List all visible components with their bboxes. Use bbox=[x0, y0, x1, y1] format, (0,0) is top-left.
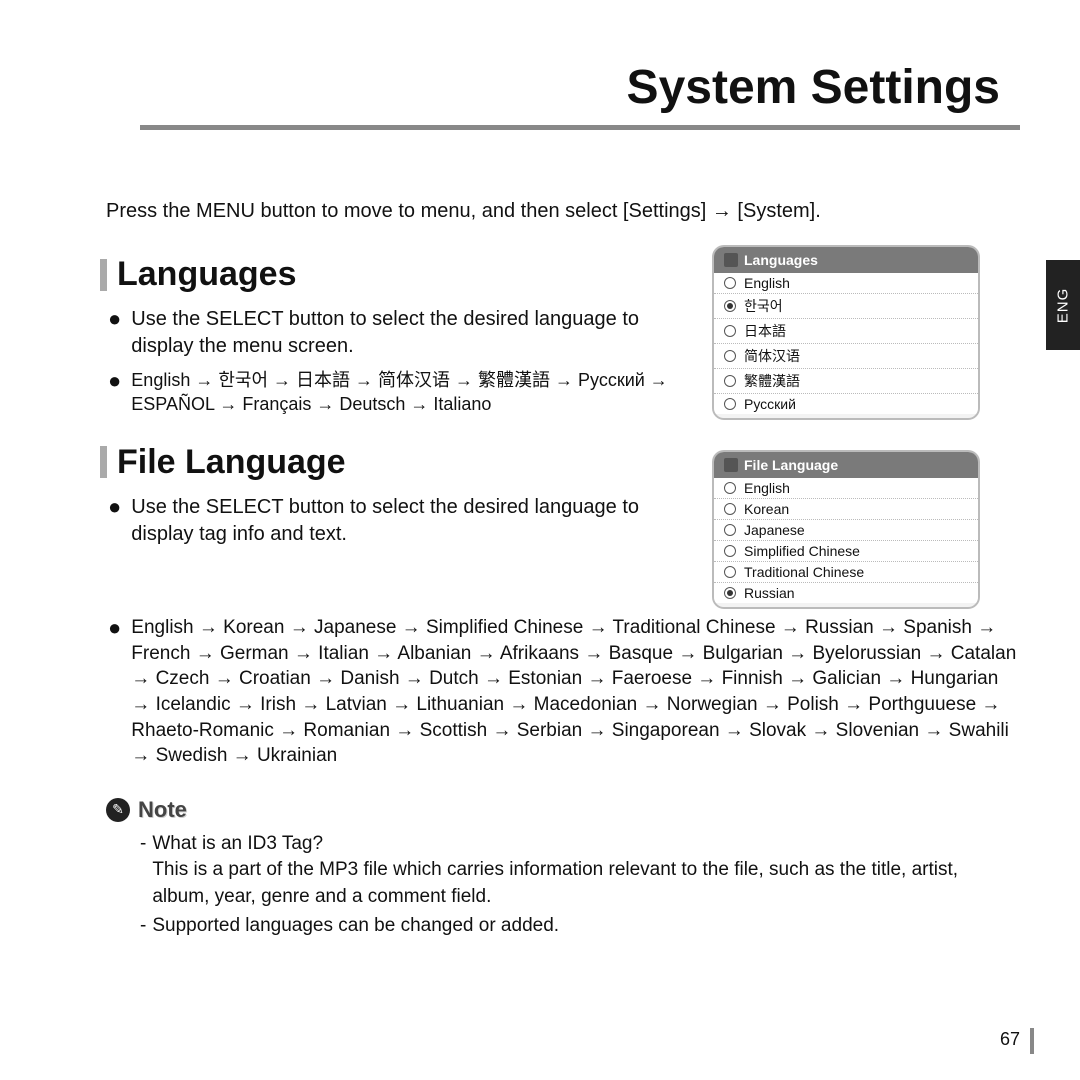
radio-icon bbox=[724, 587, 736, 599]
radio-icon bbox=[724, 482, 736, 494]
language-tab-label: ENG bbox=[1055, 287, 1072, 323]
page-number-bar-icon bbox=[1030, 1028, 1034, 1054]
radio-icon bbox=[724, 545, 736, 557]
radio-icon bbox=[724, 398, 736, 410]
note-question: What is an ID3 Tag? bbox=[152, 833, 323, 854]
note-item: -Supported languages can be changed or a… bbox=[140, 913, 1020, 940]
manual-page: System Settings ENG Press the MENU butto… bbox=[0, 0, 1080, 1080]
note-list: -What is an ID3 Tag?This is a part of th… bbox=[140, 831, 1020, 939]
radio-icon bbox=[724, 375, 736, 387]
note-text: Supported languages can be changed or ad… bbox=[152, 913, 559, 940]
device-option-label: Simplified Chinese bbox=[744, 543, 860, 559]
device-panel-title: Languages bbox=[744, 252, 818, 268]
device-option-label: English bbox=[744, 275, 790, 291]
note-title: Note bbox=[138, 797, 187, 823]
dash-icon: - bbox=[140, 831, 146, 911]
page-title: System Settings bbox=[100, 60, 1020, 115]
device-option-row[interactable]: Japanese bbox=[714, 520, 978, 541]
left-column: Languages ●Use the SELECT button to sele… bbox=[100, 245, 670, 609]
device-panel-file-language: File Language English Korean Japanese Simpl… bbox=[712, 450, 980, 609]
device-option-row[interactable]: 繁體漢語 bbox=[714, 369, 978, 394]
bullet-dot-icon: ● bbox=[108, 494, 121, 548]
bullet-dot-icon: ● bbox=[108, 368, 121, 417]
device-panel-header: File Language bbox=[714, 452, 978, 478]
radio-icon bbox=[724, 524, 736, 536]
dash-icon: - bbox=[140, 913, 146, 940]
radio-icon bbox=[724, 503, 736, 515]
radio-icon bbox=[724, 350, 736, 362]
device-option-row[interactable]: 简体汉语 bbox=[714, 344, 978, 369]
section-heading-file-language: File Language bbox=[100, 443, 670, 482]
pencil-icon: ✎ bbox=[106, 798, 130, 822]
list-icon bbox=[724, 458, 738, 472]
device-option-label: Japanese bbox=[744, 522, 805, 538]
device-option-row[interactable]: Traditional Chinese bbox=[714, 562, 978, 583]
note-item: -What is an ID3 Tag? This is a part of th… bbox=[140, 831, 1020, 911]
bullet-text: English → Korean → Japanese → Simplified… bbox=[131, 615, 1020, 769]
device-option-label: 한국어 bbox=[744, 296, 783, 316]
device-option-row[interactable]: 日本語 bbox=[714, 319, 978, 344]
right-column: Languages English 한국어 日本語简体汉语繁體漢語 Русский F… bbox=[690, 245, 980, 609]
radio-icon bbox=[724, 300, 736, 312]
device-option-row[interactable]: Russian bbox=[714, 583, 978, 603]
device-option-label: 日本語 bbox=[744, 321, 786, 341]
bullet-text: English → 한국어 → 日本語 → 简体汉语 → 繁體漢語 → Русс… bbox=[131, 368, 670, 417]
device-option-label: Русский bbox=[744, 396, 796, 412]
device-option-label: English bbox=[744, 480, 790, 496]
two-column-layout: Languages ●Use the SELECT button to sele… bbox=[100, 245, 1020, 609]
device-panel-languages: Languages English 한국어 日本語简体汉语繁體漢語 Русский bbox=[712, 245, 980, 420]
device-option-row[interactable]: Simplified Chinese bbox=[714, 541, 978, 562]
device-option-label: 繁體漢語 bbox=[744, 371, 800, 391]
device-option-row[interactable]: English bbox=[714, 478, 978, 499]
bullet-dot-icon: ● bbox=[108, 306, 121, 360]
device-option-row[interactable]: Русский bbox=[714, 394, 978, 414]
device-option-row[interactable]: English bbox=[714, 273, 978, 294]
bullet-dot-icon: ● bbox=[108, 615, 121, 769]
bullet-text: Use the SELECT button to select the desi… bbox=[131, 306, 670, 360]
radio-icon bbox=[724, 277, 736, 289]
device-option-label: Traditional Chinese bbox=[744, 564, 864, 580]
file-language-bullets-top: ●Use the SELECT button to select the des… bbox=[108, 494, 670, 548]
device-panel-header: Languages bbox=[714, 247, 978, 273]
radio-icon bbox=[724, 566, 736, 578]
list-icon bbox=[724, 253, 738, 267]
device-option-label: Korean bbox=[744, 501, 789, 517]
section-title: Languages bbox=[117, 255, 296, 294]
device-option-row[interactable]: Korean bbox=[714, 499, 978, 520]
section-title: File Language bbox=[117, 443, 346, 482]
note-answer: This is a part of the MP3 file which car… bbox=[152, 859, 958, 907]
section-heading-languages: Languages bbox=[100, 255, 670, 294]
languages-bullets: ●Use the SELECT button to select the des… bbox=[108, 306, 670, 417]
radio-icon bbox=[724, 325, 736, 337]
intro-text: Press the MENU button to move to menu, a… bbox=[106, 200, 1020, 223]
note-heading: ✎ Note bbox=[106, 797, 1020, 823]
file-language-bullets-full: ●English → Korean → Japanese → Simplifie… bbox=[108, 615, 1020, 769]
device-option-row[interactable]: 한국어 bbox=[714, 294, 978, 319]
heading-bar-icon bbox=[100, 446, 107, 478]
full-width-row: ●English → Korean → Japanese → Simplifie… bbox=[100, 615, 1020, 769]
device-option-label: 简体汉语 bbox=[744, 346, 800, 366]
language-tab-eng: ENG bbox=[1046, 260, 1080, 350]
bullet-text: Use the SELECT button to select the desi… bbox=[131, 494, 670, 548]
heading-bar-icon bbox=[100, 259, 107, 291]
title-rule bbox=[140, 125, 1020, 130]
device-option-label: Russian bbox=[744, 585, 795, 601]
device-panel-title: File Language bbox=[744, 457, 838, 473]
page-number: 67 bbox=[1000, 1029, 1020, 1050]
